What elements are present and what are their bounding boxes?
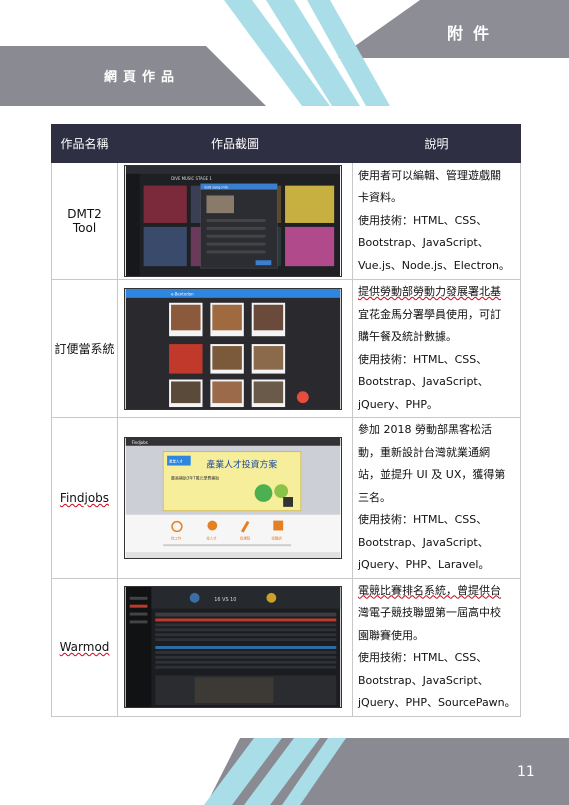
findjobs-name-text: Findjobs <box>59 490 110 505</box>
desc-line: 購午餐及統計數據。 <box>358 330 457 343</box>
bento-system-screenshot: e-Bentodon <box>124 287 342 410</box>
header-decoration <box>0 0 569 106</box>
svg-text:產業人才: 產業人才 <box>169 458 183 463</box>
warmod-screenshot: 16 VS 10 <box>124 586 342 708</box>
table-row: Warmod 16 VS 10 電競比賽排名系統，曾提供台 灣電子競技聯盟第一屆… <box>51 577 521 717</box>
desc-line: 提供勞動部勞動力發展署北基 <box>358 285 501 298</box>
desc-line: 使用技術：HTML、CSS、 <box>358 513 488 526</box>
appendix-title: 附件 <box>446 24 499 43</box>
screenshot-cell: DIVE MUSIC STAGE 1 Edit song info <box>117 162 353 280</box>
desc-line: 使用技術：HTML、CSS、 <box>358 352 488 366</box>
svg-text:產業人才投資方案: 產業人才投資方案 <box>206 458 277 470</box>
desc-line: jQuery、PHP、Laravel。 <box>358 558 490 571</box>
screenshot-cell: Findjobs 產業人才 產業人才投資方案 最高補助3年7萬元學費補助 找工作 <box>117 417 353 579</box>
work-name-findjobs: Findjobs <box>51 417 118 579</box>
desc-line: 參加 2018 勞動部黑客松活 <box>358 423 492 436</box>
desc-line: jQuery、PHP。 <box>358 397 439 411</box>
table-row: Findjobs Findjobs 產業人才 產業人才投資方案 最高補助3年7萬… <box>51 417 521 579</box>
table-header-row: 作品名稱 作品截圖 說明 <box>51 124 521 163</box>
desc-line: 站，並提升 UI 及 UX，獲得第 <box>358 468 506 481</box>
svg-text:找課程: 找課程 <box>240 535 251 540</box>
svg-text:DIVE MUSIC STAGE 1: DIVE MUSIC STAGE 1 <box>171 176 212 181</box>
desc-line: Vue.js、Node.js、Electron。 <box>358 258 510 272</box>
svg-text:找職訓: 找職訓 <box>271 535 282 540</box>
desc-line: 使用者可以編輯、管理遊戲關 <box>358 168 501 182</box>
screenshot-cell: e-Bentodon <box>117 279 353 418</box>
svg-text:最高補助3年7萬元學費補助: 最高補助3年7萬元學費補助 <box>171 475 219 480</box>
desc-line: 三名。 <box>358 490 391 504</box>
work-name-dmt2: DMT2 Tool <box>51 162 118 280</box>
portfolio-table: 作品名稱 作品截圖 說明 DMT2 Tool DIVE MUSIC STAGE … <box>51 124 521 717</box>
desc-line: 使用技術：HTML、CSS、 <box>358 213 488 227</box>
desc-line: 動，重新設計台灣就業通網 <box>358 445 490 459</box>
description-findjobs: 參加 2018 勞動部黑客松活 動，重新設計台灣就業通網 站，並提升 UI 及 … <box>352 417 521 579</box>
page-number: 11 <box>517 764 535 780</box>
description-warmod: 電競比賽排名系統，曾提供台 灣電子競技聯盟第一屆高中校 園聯賽使用。 使用技術：… <box>352 577 521 717</box>
screenshot-cell: 16 VS 10 <box>117 577 353 717</box>
desc-line: 宜花金馬分署學員使用，可訂 <box>358 307 501 321</box>
dmt2-tool-screenshot: DIVE MUSIC STAGE 1 Edit song info <box>124 165 342 277</box>
desc-line: 電競比賽排名系統，曾提供台 <box>358 583 501 597</box>
desc-line: 園聯賽使用。 <box>358 628 424 642</box>
warmod-name-text: Warmod <box>59 640 110 654</box>
svg-text:Edit song info: Edit song info <box>205 186 228 190</box>
desc-line: Bootstrap、JavaScript、 <box>358 673 489 687</box>
findjobs-screenshot: Findjobs 產業人才 產業人才投資方案 最高補助3年7萬元學費補助 找工作 <box>124 436 342 559</box>
section-title: 網頁作品 <box>104 70 181 85</box>
svg-text:e-Bentodon: e-Bentodon <box>171 291 194 296</box>
table-row: DMT2 Tool DIVE MUSIC STAGE 1 Edit song i… <box>51 162 521 280</box>
desc-line: 使用技術：HTML、CSS、 <box>358 651 488 664</box>
description-bento: 提供勞動部勞動力發展署北基 宜花金馬分署學員使用，可訂 購午餐及統計數據。 使用… <box>352 279 521 418</box>
desc-line: Bootstrap、JavaScript、 <box>358 236 489 250</box>
desc-line: Bootstrap、JavaScript、 <box>358 375 489 388</box>
desc-line: 灣電子競技聯盟第一屆高中校 <box>358 606 501 619</box>
svg-text:找人才: 找人才 <box>206 535 217 540</box>
desc-line: 卡資料。 <box>358 191 402 205</box>
header-work-name: 作品名稱 <box>51 124 118 163</box>
work-name-warmod: Warmod <box>51 577 118 717</box>
footer-decoration <box>204 738 569 805</box>
header-screenshot: 作品截圖 <box>117 124 353 163</box>
table-row: 訂便當系統 e-Bentodon 提供勞動部勞動力發展署北基 宜花金馬分署學員使… <box>51 279 521 418</box>
desc-line: Bootstrap、JavaScript、 <box>358 535 489 549</box>
svg-text:Findjobs: Findjobs <box>132 440 148 445</box>
description-dmt2: 使用者可以編輯、管理遊戲關 卡資料。 使用技術：HTML、CSS、 Bootst… <box>352 162 521 280</box>
header-description: 說明 <box>352 124 521 163</box>
desc-line: jQuery、PHP、SourcePawn。 <box>358 696 516 709</box>
svg-text:找工作: 找工作 <box>171 535 182 540</box>
work-name-bento: 訂便當系統 <box>51 279 118 418</box>
svg-text:16 VS 10: 16 VS 10 <box>214 597 236 603</box>
